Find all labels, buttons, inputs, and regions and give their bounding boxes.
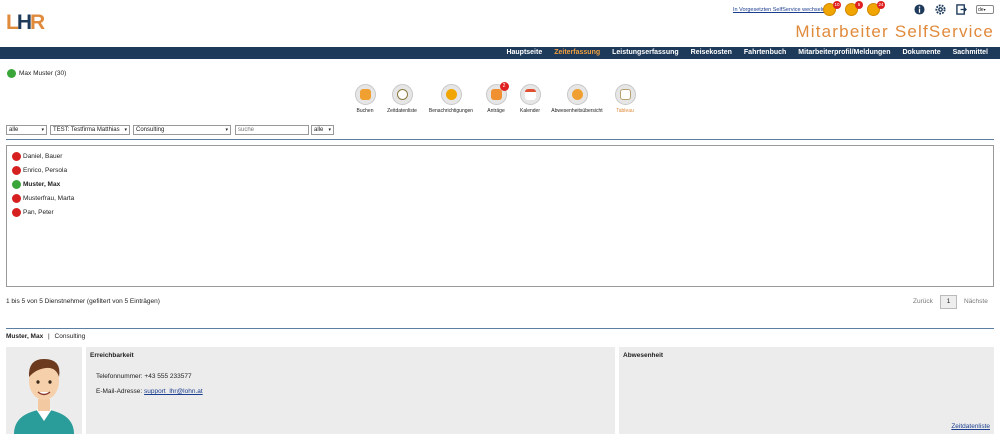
email-row: E-Mail-Adresse: support_lhr@lohn.at <box>96 388 203 395</box>
reachability-panel: Erreichbarkeit Telefonnummer: +43 555 23… <box>86 347 615 434</box>
info-icon[interactable] <box>914 4 925 15</box>
logout-icon[interactable] <box>956 4 967 15</box>
nav-fahrtenbuch[interactable]: Fahrtenbuch <box>738 47 792 59</box>
next-page-button[interactable]: Nächste <box>964 298 988 305</box>
notifications-icon <box>440 84 462 105</box>
calendar-icon <box>519 84 541 105</box>
status-red-icon <box>12 207 21 217</box>
settings-icon[interactable] <box>935 4 946 15</box>
employee-name: Pan, Peter <box>23 208 54 216</box>
switch-to-supervisor-link[interactable]: In Vorgesetzten SelfService wechseln <box>733 7 825 13</box>
status-filter-select[interactable]: alle ▾ <box>6 125 47 135</box>
current-user-label: Max Muster (30) <box>19 69 67 77</box>
list-item[interactable]: Pan, Peter <box>7 205 993 219</box>
tool-label: Abwesenheitsübersicht <box>551 108 603 114</box>
email-label: E-Mail-Adresse: <box>96 388 143 395</box>
status-green-icon <box>12 179 21 189</box>
status-red-icon <box>12 151 21 161</box>
employee-name: Muster, Max <box>23 180 61 188</box>
status-filter-value: alle <box>9 127 19 133</box>
detail-separator: | <box>48 333 50 340</box>
tool-kalender[interactable]: Kalender <box>504 84 556 114</box>
list-item[interactable]: Muster, Max <box>7 177 993 191</box>
phone-row: Telefonnummer: +43 555 233577 <box>96 373 192 380</box>
current-user: Max Muster (30) <box>7 68 66 78</box>
employee-name: Enrico, Persola <box>23 166 68 174</box>
search-input[interactable] <box>235 125 309 135</box>
main-nav: Hauptseite Zeiterfassung Leistungserfass… <box>0 47 1000 59</box>
tool-abwesenheitsuebersicht[interactable]: Abwesenheitsübersicht <box>551 84 603 114</box>
nav-zeiterfassung[interactable]: Zeiterfassung <box>548 47 606 59</box>
messages-icon[interactable]: 10 <box>823 1 841 16</box>
reachability-title: Erreichbarkeit <box>90 352 134 359</box>
tool-label: Tableau <box>616 108 634 114</box>
department-filter-value: Consulting <box>136 127 165 133</box>
nav-leistungserfassung[interactable]: Leistungserfassung <box>606 47 685 59</box>
phone-value: +43 555 233577 <box>144 373 192 380</box>
page-1-button[interactable]: 1 <box>940 295 957 309</box>
requests-icon[interactable]: 5 <box>845 1 863 16</box>
divider <box>6 139 994 140</box>
nav-sachmittel[interactable]: Sachmittel <box>947 47 994 59</box>
chevron-down-icon: ▾ <box>124 127 127 133</box>
employee-name: Musterfrau, Marta <box>23 194 75 202</box>
chevron-down-icon: ▾ <box>225 127 228 133</box>
detail-department: Consulting <box>54 333 86 340</box>
company-filter-value: TEST: Testfirma Matthias <box>53 127 120 133</box>
detail-header: Muster, Max | Consulting <box>6 333 85 340</box>
scope-filter-value: alle <box>314 127 324 133</box>
tool-label: Kalender <box>519 108 540 114</box>
avatar-portrait <box>14 359 74 434</box>
nav-mitarbeiterprofil[interactable]: Mitarbeiterprofil/Meldungen <box>792 47 896 59</box>
requests-count-badge: 5 <box>855 1 863 9</box>
employee-list: Daniel, Bauer Enrico, Persola Muster, Ma… <box>6 145 994 287</box>
avatar <box>6 347 82 434</box>
paging-info: 1 bis 5 von 5 Dienstnehmer (gefiltert vo… <box>6 298 160 305</box>
email-link[interactable]: support_lhr@lohn.at <box>144 388 203 395</box>
absence-panel: Abwesenheit Zeitdatenliste <box>619 347 994 434</box>
scope-filter-select[interactable]: alle ▾ <box>311 125 334 135</box>
nav-dokumente[interactable]: Dokumente <box>896 47 946 59</box>
tool-zeitdatenliste[interactable]: Zeitdatenliste <box>376 84 428 114</box>
user-icon <box>7 68 16 78</box>
employee-name: Daniel, Bauer <box>23 152 63 160</box>
chevron-down-icon: ▾ <box>328 127 331 133</box>
company-filter-select[interactable]: TEST: Testfirma Matthias ▾ <box>50 125 130 135</box>
zeitdatenliste-link[interactable]: Zeitdatenliste <box>951 423 990 430</box>
absence-overview-icon <box>566 84 588 105</box>
department-filter-select[interactable]: Consulting ▾ <box>133 125 231 135</box>
language-select[interactable]: de▾ <box>976 5 994 14</box>
list-item[interactable]: Enrico, Persola <box>7 163 993 177</box>
tool-label: Zeitdatenliste <box>387 108 417 114</box>
chevron-down-icon: ▾ <box>41 127 44 133</box>
nav-reisekosten[interactable]: Reisekosten <box>685 47 738 59</box>
detail-employee-name: Muster, Max <box>6 333 44 340</box>
nav-hauptseite[interactable]: Hauptseite <box>500 47 548 59</box>
lhr-logo: LHR <box>6 11 45 34</box>
previous-page-button[interactable]: Zurück <box>913 298 933 305</box>
status-red-icon <box>12 193 21 203</box>
phone-label: Telefonnummer: <box>96 373 143 380</box>
divider <box>6 328 994 329</box>
tableau-icon <box>614 84 636 105</box>
messages-count-badge: 10 <box>833 1 841 9</box>
status-red-icon <box>12 165 21 175</box>
tasks-icon[interactable]: 24 <box>867 1 885 16</box>
tasks-count-badge: 24 <box>877 1 885 9</box>
absence-title: Abwesenheit <box>623 352 664 359</box>
app-title: Mitarbeiter SelfService <box>795 22 994 41</box>
list-item[interactable]: Daniel, Bauer <box>7 149 993 163</box>
clock-icon <box>391 84 413 105</box>
booking-icon <box>354 84 376 105</box>
chevron-down-icon: ▾ <box>983 7 986 12</box>
list-item[interactable]: Musterfrau, Marta <box>7 191 993 205</box>
tool-tableau[interactable]: Tableau <box>599 84 651 114</box>
